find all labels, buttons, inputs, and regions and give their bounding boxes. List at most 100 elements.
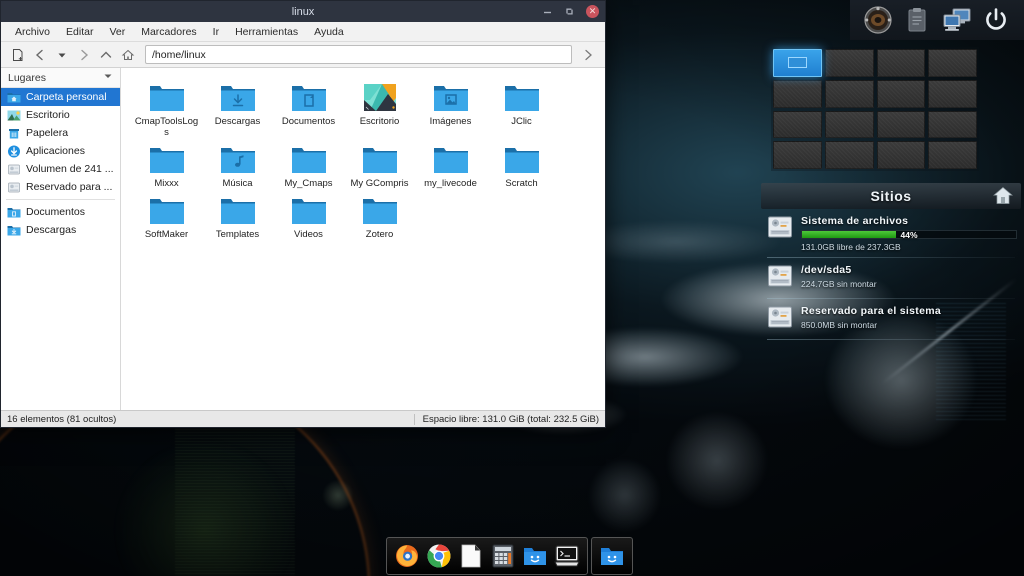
file-item[interactable]: Documentos <box>273 78 344 138</box>
sidebar-item-carpeta-personal[interactable]: Carpeta personal <box>1 88 120 106</box>
close-button[interactable]: ✕ <box>586 5 599 18</box>
sitios-header: Sitios <box>761 183 1021 209</box>
sitios-entry[interactable]: Reservado para el sistema850.0MB sin mon… <box>761 299 1021 336</box>
icon-grid: CmapToolsLogsDescargasDocumentos Escrito… <box>131 78 599 240</box>
file-item-label: JClic <box>488 116 556 127</box>
menu-item-marcadores[interactable]: Marcadores <box>133 24 204 40</box>
sitios-entry-name: Sistema de archivos <box>801 215 1017 227</box>
sidebar-item-descargas[interactable]: Descargas <box>1 221 120 239</box>
home-icon[interactable] <box>993 186 1013 210</box>
file-view[interactable]: CmapToolsLogsDescargasDocumentos Escrito… <box>121 68 605 410</box>
next-icon[interactable] <box>578 45 598 65</box>
workspace-cell-16[interactable] <box>928 141 977 169</box>
file-item[interactable]: JClic <box>486 78 557 138</box>
workspace-cell-5[interactable] <box>773 80 822 108</box>
file-item[interactable]: Zotero <box>344 191 415 240</box>
sitios-usage-percent: 44% <box>802 230 1016 240</box>
window-title: linux <box>1 6 605 18</box>
workspace-cell-8[interactable] <box>928 80 977 108</box>
up-icon[interactable] <box>96 45 116 65</box>
toolbar: /home/linux <box>1 42 605 68</box>
drive-icon <box>767 264 793 293</box>
file-item[interactable]: my_livecode <box>415 140 486 189</box>
sitios-entry[interactable]: /dev/sda5224.7GB sin montar <box>761 258 1021 295</box>
file-item[interactable]: Scratch <box>486 140 557 189</box>
workspace-cell-15[interactable] <box>877 141 926 169</box>
folder-plain-icon <box>149 195 185 226</box>
workspace-cell-4[interactable] <box>928 49 977 77</box>
file-item[interactable]: Templates <box>202 191 273 240</box>
sidebar-item-label: Reservado para ... <box>26 181 112 193</box>
sitios-entry[interactable]: Sistema de archivos44%131.0GB libre de 2… <box>761 209 1021 254</box>
sidebar-item-reservado-para[interactable]: Reservado para ... <box>1 178 120 196</box>
terminal-icon[interactable] <box>552 541 582 571</box>
sidebar-item-volumen-de-241[interactable]: Volumen de 241 ... <box>1 160 120 178</box>
file-item[interactable]: SoftMaker <box>131 191 202 240</box>
workspace-cell-7[interactable] <box>877 80 926 108</box>
menu-item-editar[interactable]: Editar <box>58 24 101 40</box>
window-titlebar[interactable]: linux ✕ <box>1 1 605 22</box>
sidebar-item-documentos[interactable]: Documentos <box>1 203 120 221</box>
workspace-switcher[interactable] <box>771 47 979 171</box>
file-manager-icon[interactable] <box>520 541 550 571</box>
speaker-icon[interactable] <box>861 4 895 36</box>
back-icon[interactable] <box>30 45 50 65</box>
sidebar-item-label: Papelera <box>26 127 68 139</box>
workspace-cell-2[interactable] <box>825 49 874 77</box>
clipboard-icon[interactable] <box>900 4 934 36</box>
file-item[interactable]: CmapToolsLogs <box>131 78 202 138</box>
file-item[interactable]: My_Cmaps <box>273 140 344 189</box>
menu-item-ver[interactable]: Ver <box>101 24 133 40</box>
workspace-cell-11[interactable] <box>877 111 926 139</box>
workspace-cell-1[interactable] <box>773 49 822 77</box>
window-body: Lugares Carpeta personal Escritorio Papele… <box>1 68 605 410</box>
path-input[interactable]: /home/linux <box>145 45 572 64</box>
chevron-down-icon[interactable] <box>103 71 113 84</box>
history-dropdown-icon[interactable] <box>52 45 72 65</box>
calculator-icon[interactable] <box>488 541 518 571</box>
new-tab-icon[interactable] <box>8 45 28 65</box>
chrome-icon[interactable] <box>424 541 454 571</box>
file-item[interactable]: My GCompris <box>344 140 415 189</box>
workspace-cell-6[interactable] <box>825 80 874 108</box>
file-item[interactable]: Imágenes <box>415 78 486 138</box>
folder-icon <box>7 205 21 219</box>
system-tray <box>850 0 1024 40</box>
file-item-label: My_Cmaps <box>275 178 343 189</box>
maximize-button[interactable] <box>564 6 575 17</box>
firefox-icon[interactable] <box>392 541 422 571</box>
folder-download-icon <box>220 82 256 113</box>
document-icon[interactable] <box>456 541 486 571</box>
file-item[interactable]: Descargas <box>202 78 273 138</box>
menu-item-herramientas[interactable]: Herramientas <box>227 24 306 40</box>
file-item[interactable]: Música <box>202 140 273 189</box>
minimize-button[interactable] <box>542 6 553 17</box>
sidebar-item-aplicaciones[interactable]: Aplicaciones <box>1 142 120 160</box>
desktop-image-icon <box>7 108 21 122</box>
menu-item-ayuda[interactable]: Ayuda <box>306 24 352 40</box>
sidebar-item-escritorio[interactable]: Escritorio <box>1 106 120 124</box>
power-icon[interactable] <box>979 4 1013 36</box>
displays-icon[interactable] <box>940 4 974 36</box>
file-item[interactable]: Escritorio <box>344 78 415 138</box>
workspace-cell-9[interactable] <box>773 111 822 139</box>
file-item[interactable]: Videos <box>273 191 344 240</box>
menu-item-archivo[interactable]: Archivo <box>7 24 58 40</box>
sidebar-item-papelera[interactable]: Papelera <box>1 124 120 142</box>
forward-icon[interactable] <box>74 45 94 65</box>
dock-tasks <box>591 537 633 575</box>
file-manager-window-task[interactable] <box>597 541 627 571</box>
workspace-cell-12[interactable] <box>928 111 977 139</box>
workspace-cell-13[interactable] <box>773 141 822 169</box>
home-icon[interactable] <box>118 45 138 65</box>
workspace-cell-10[interactable] <box>825 111 874 139</box>
file-item[interactable]: Mixxx <box>131 140 202 189</box>
workspace-cell-3[interactable] <box>877 49 926 77</box>
sidebar-item-label: Escritorio <box>26 109 70 121</box>
workspace-cell-14[interactable] <box>825 141 874 169</box>
sitios-list: Sistema de archivos44%131.0GB libre de 2… <box>761 209 1021 340</box>
menu-bar: ArchivoEditarVerMarcadoresIrHerramientas… <box>1 22 605 42</box>
places-sidebar: Lugares Carpeta personal Escritorio Papele… <box>1 68 121 410</box>
menu-item-ir[interactable]: Ir <box>205 24 227 40</box>
places-header: Lugares <box>1 68 120 88</box>
